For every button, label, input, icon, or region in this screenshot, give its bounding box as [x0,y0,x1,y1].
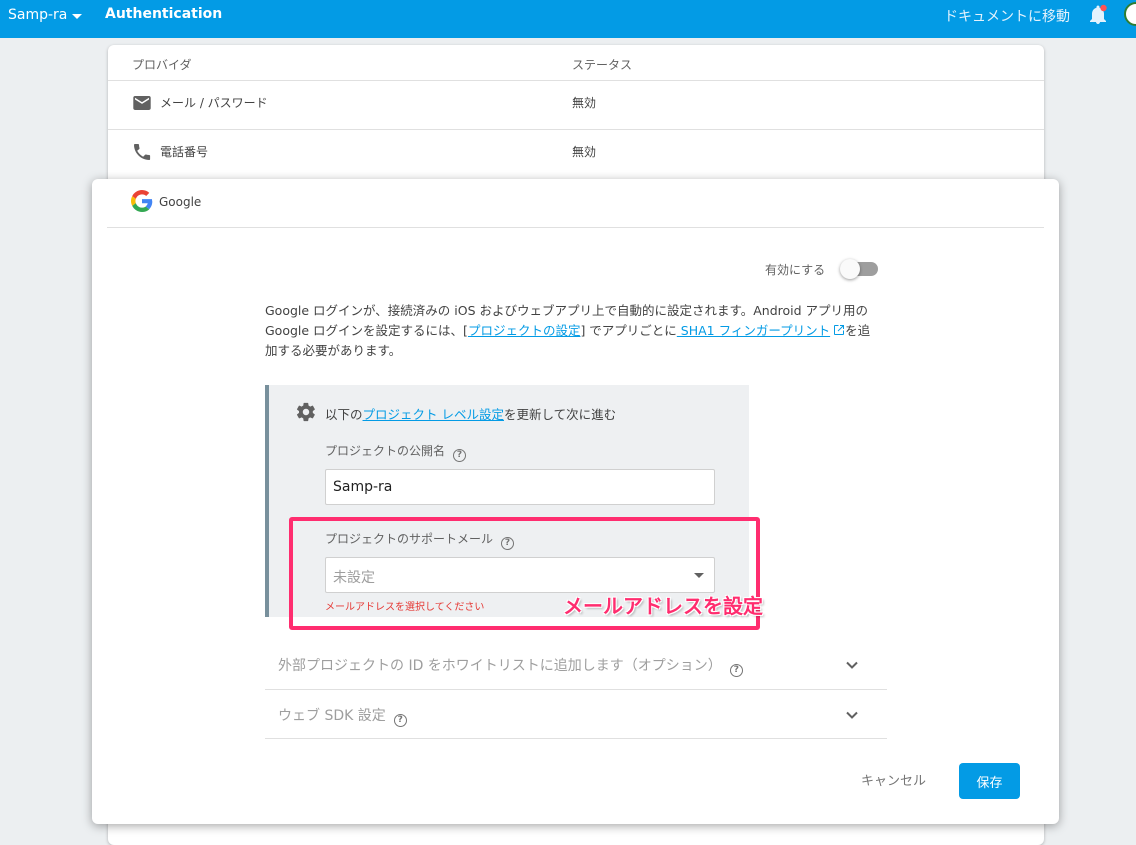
divider [107,227,1044,228]
email-icon [133,96,151,110]
settings-heading: 以下のプロジェクト レベル設定を更新して次に進む [325,407,617,422]
avatar[interactable] [1124,2,1136,26]
public-name-input[interactable]: Samp-ra [325,469,715,505]
top-app-bar: Samp-ra Authentication ドキュメントに移動 [0,0,1136,38]
expander-label: 外部プロジェクトの ID をホワイトリストに追加します（オプション）? [278,655,743,677]
google-logo-icon [131,190,153,212]
gear-icon [296,402,315,422]
project-settings-link[interactable]: プロジェクトの設定 [468,323,581,338]
caret-down-icon[interactable] [72,14,82,19]
help-icon[interactable]: ? [729,664,743,677]
expander-web-sdk[interactable]: ウェブ SDK 設定? [265,690,887,739]
sha1-fingerprint-link[interactable]: SHA1 フィンガープリント [677,323,830,338]
provider-status: 無効 [572,145,597,159]
docs-link[interactable]: ドキュメントに移動 [944,6,1070,26]
project-level-settings-link[interactable]: プロジェクト レベル設定 [363,407,504,422]
divider [265,738,887,739]
provider-name: メール / パスワード [160,96,268,110]
expander-label: ウェブ SDK 設定? [278,705,407,727]
chevron-down-icon [846,661,858,669]
enable-toggle[interactable] [840,259,878,279]
table-row[interactable]: 電話番号 無効 [108,129,1044,178]
provider-name: 電話番号 [160,145,209,159]
public-name-label: プロジェクトの公開名? [325,442,467,462]
expander-whitelist[interactable]: 外部プロジェクトの ID をホワイトリストに追加します（オプション）? [265,640,887,689]
column-header-provider: プロバイダ [132,58,192,72]
google-provider-dialog: Google 有効にする Google ログインが、接続済みの iOS およびウ… [92,179,1059,824]
enable-label: 有効にする [765,263,826,277]
table-row[interactable]: メール / パスワード 無効 [108,80,1044,129]
provider-status: 無効 [572,96,597,110]
column-header-status: ステータス [572,58,633,72]
description-text: Google ログインが、接続済みの iOS およびウェブアプリ上で自動的に設定… [265,303,871,358]
page-title: Authentication [105,6,223,22]
project-selector[interactable]: Samp-ra [8,7,67,23]
external-link-icon[interactable] [833,324,845,336]
notifications-bell-icon[interactable] [1088,4,1108,26]
annotation-callout: メールアドレスを設定 [563,594,763,618]
help-icon[interactable]: ? [453,449,467,462]
phone-icon [134,144,151,160]
help-icon[interactable]: ? [393,714,407,727]
save-button[interactable]: 保存 [959,763,1020,799]
cancel-button[interactable]: キャンセル [855,762,932,797]
chevron-down-icon [846,711,858,719]
provider-title: Google [159,195,202,209]
